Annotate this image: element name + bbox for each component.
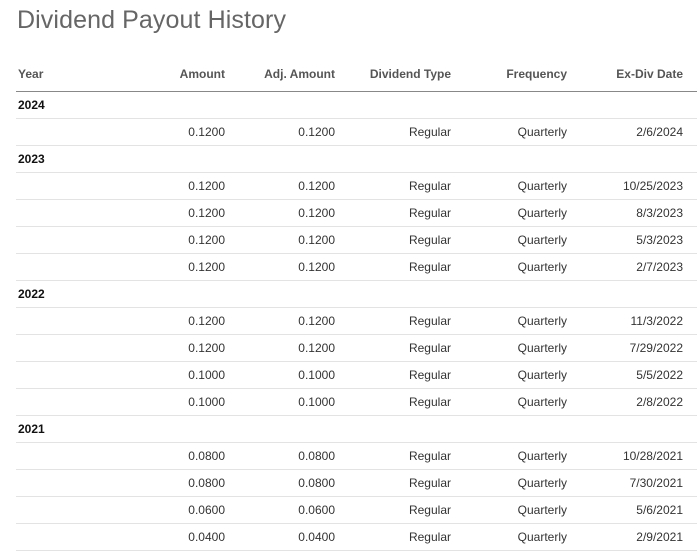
ex-div-date-cell: 10/28/2021 bbox=[622, 449, 683, 463]
ex-div-date-cell: 2/8/2022 bbox=[636, 395, 683, 409]
page-title: Dividend Payout History bbox=[17, 6, 287, 34]
ex-div-date-cell: 7/29/2022 bbox=[629, 341, 683, 355]
frequency-cell: Quarterly bbox=[517, 476, 567, 490]
adj-amount-cell: 0.1000 bbox=[298, 368, 335, 382]
dividend-type-cell: Regular bbox=[408, 179, 451, 193]
adj-amount-cell: 0.1200 bbox=[298, 179, 335, 193]
header-amount[interactable]: Amount bbox=[180, 57, 225, 91]
frequency-cell: Quarterly bbox=[517, 233, 567, 247]
adj-amount-cell: 0.1200 bbox=[298, 206, 335, 220]
amount-cell: 0.1200 bbox=[188, 125, 225, 139]
ex-div-date-cell: 8/3/2023 bbox=[636, 206, 683, 220]
dividend-type-cell: Regular bbox=[408, 260, 451, 274]
dividend-type-cell: Regular bbox=[408, 341, 451, 355]
year-group-row: 2021 bbox=[16, 416, 697, 443]
ex-div-date-cell: 5/5/2022 bbox=[636, 368, 683, 382]
year-group-row: 2023 bbox=[16, 146, 697, 173]
table-row: 0.1200 0.1200 Regular Quarterly 8/3/2023 bbox=[16, 200, 697, 227]
adj-amount-cell: 0.1200 bbox=[298, 314, 335, 328]
table-row: 0.0600 0.0600 Regular Quarterly 5/6/2021 bbox=[16, 497, 697, 524]
frequency-cell: Quarterly bbox=[517, 341, 567, 355]
dividend-type-cell: Regular bbox=[408, 449, 451, 463]
adj-amount-cell: 0.1200 bbox=[298, 233, 335, 247]
frequency-cell: Quarterly bbox=[517, 179, 567, 193]
adj-amount-cell: 0.1200 bbox=[298, 341, 335, 355]
dividend-type-cell: Regular bbox=[408, 233, 451, 247]
table-row: 0.1200 0.1200 Regular Quarterly 2/7/2023 bbox=[16, 254, 697, 281]
dividend-type-cell: Regular bbox=[408, 530, 451, 544]
amount-cell: 0.1200 bbox=[188, 341, 225, 355]
amount-cell: 0.1200 bbox=[188, 314, 225, 328]
amount-cell: 0.1200 bbox=[188, 179, 225, 193]
frequency-cell: Quarterly bbox=[517, 503, 567, 517]
ex-div-date-cell: 5/3/2023 bbox=[636, 233, 683, 247]
header-year[interactable]: Year bbox=[18, 57, 43, 91]
header-ex-div-date[interactable]: Ex-Div Date bbox=[616, 57, 683, 91]
dividend-type-cell: Regular bbox=[408, 503, 451, 517]
table-row: 0.1000 0.1000 Regular Quarterly 2/8/2022 bbox=[16, 389, 697, 416]
amount-cell: 0.0800 bbox=[188, 476, 225, 490]
ex-div-date-cell: 11/3/2022 bbox=[630, 314, 684, 328]
dividend-type-cell: Regular bbox=[408, 368, 451, 382]
amount-cell: 0.0600 bbox=[188, 503, 225, 517]
frequency-cell: Quarterly bbox=[517, 449, 567, 463]
adj-amount-cell: 0.0800 bbox=[298, 449, 335, 463]
ex-div-date-cell: 10/25/2023 bbox=[622, 179, 683, 193]
dividend-type-cell: Regular bbox=[408, 314, 451, 328]
amount-cell: 0.1200 bbox=[188, 206, 225, 220]
year-label: 2023 bbox=[18, 152, 45, 166]
table-row: 0.0400 0.0400 Regular Quarterly 2/9/2021 bbox=[16, 524, 697, 551]
table-header-row: Year Amount Adj. Amount Dividend Type Fr… bbox=[16, 57, 697, 92]
header-adj-amount[interactable]: Adj. Amount bbox=[264, 57, 335, 91]
dividend-type-cell: Regular bbox=[408, 395, 451, 409]
dividend-history-table: Year Amount Adj. Amount Dividend Type Fr… bbox=[16, 57, 697, 551]
amount-cell: 0.1000 bbox=[188, 395, 225, 409]
year-label: 2021 bbox=[18, 422, 45, 436]
ex-div-date-cell: 7/30/2021 bbox=[629, 476, 683, 490]
year-group-row: 2024 bbox=[16, 92, 697, 119]
dividend-type-cell: Regular bbox=[408, 476, 451, 490]
adj-amount-cell: 0.0400 bbox=[298, 530, 335, 544]
amount-cell: 0.0800 bbox=[188, 449, 225, 463]
table-row: 0.1200 0.1200 Regular Quarterly 10/25/2023 bbox=[16, 173, 697, 200]
adj-amount-cell: 0.1200 bbox=[298, 260, 335, 274]
frequency-cell: Quarterly bbox=[517, 314, 567, 328]
amount-cell: 0.1000 bbox=[188, 368, 225, 382]
frequency-cell: Quarterly bbox=[517, 530, 567, 544]
table-row: 0.0800 0.0800 Regular Quarterly 7/30/2021 bbox=[16, 470, 697, 497]
amount-cell: 0.0400 bbox=[188, 530, 225, 544]
table-row: 0.1200 0.1200 Regular Quarterly 11/3/2022 bbox=[16, 308, 697, 335]
dividend-type-cell: Regular bbox=[408, 125, 451, 139]
dividend-type-cell: Regular bbox=[408, 206, 451, 220]
frequency-cell: Quarterly bbox=[517, 395, 567, 409]
amount-cell: 0.1200 bbox=[188, 260, 225, 274]
frequency-cell: Quarterly bbox=[517, 260, 567, 274]
table-body: 2024 0.1200 0.1200 Regular Quarterly 2/6/2024… bbox=[16, 92, 697, 551]
table-row: 0.1200 0.1200 Regular Quarterly 7/29/2022 bbox=[16, 335, 697, 362]
ex-div-date-cell: 2/9/2021 bbox=[636, 530, 683, 544]
adj-amount-cell: 0.0600 bbox=[298, 503, 335, 517]
header-dividend-type[interactable]: Dividend Type bbox=[370, 57, 451, 91]
table-row: 0.0800 0.0800 Regular Quarterly 10/28/2021 bbox=[16, 443, 697, 470]
ex-div-date-cell: 2/7/2023 bbox=[636, 260, 683, 274]
frequency-cell: Quarterly bbox=[517, 206, 567, 220]
table-row: 0.1200 0.1200 Regular Quarterly 5/3/2023 bbox=[16, 227, 697, 254]
year-label: 2024 bbox=[18, 98, 45, 112]
table-row: 0.1000 0.1000 Regular Quarterly 5/5/2022 bbox=[16, 362, 697, 389]
page: Dividend Payout History Year Amount Adj.… bbox=[0, 0, 697, 556]
ex-div-date-cell: 2/6/2024 bbox=[636, 125, 683, 139]
ex-div-date-cell: 5/6/2021 bbox=[636, 503, 683, 517]
header-frequency[interactable]: Frequency bbox=[506, 57, 567, 91]
adj-amount-cell: 0.1000 bbox=[298, 395, 335, 409]
table-row: 0.1200 0.1200 Regular Quarterly 2/6/2024 bbox=[16, 119, 697, 146]
amount-cell: 0.1200 bbox=[188, 233, 225, 247]
adj-amount-cell: 0.0800 bbox=[298, 476, 335, 490]
adj-amount-cell: 0.1200 bbox=[298, 125, 335, 139]
year-label: 2022 bbox=[18, 287, 45, 301]
frequency-cell: Quarterly bbox=[517, 368, 567, 382]
frequency-cell: Quarterly bbox=[517, 125, 567, 139]
year-group-row: 2022 bbox=[16, 281, 697, 308]
